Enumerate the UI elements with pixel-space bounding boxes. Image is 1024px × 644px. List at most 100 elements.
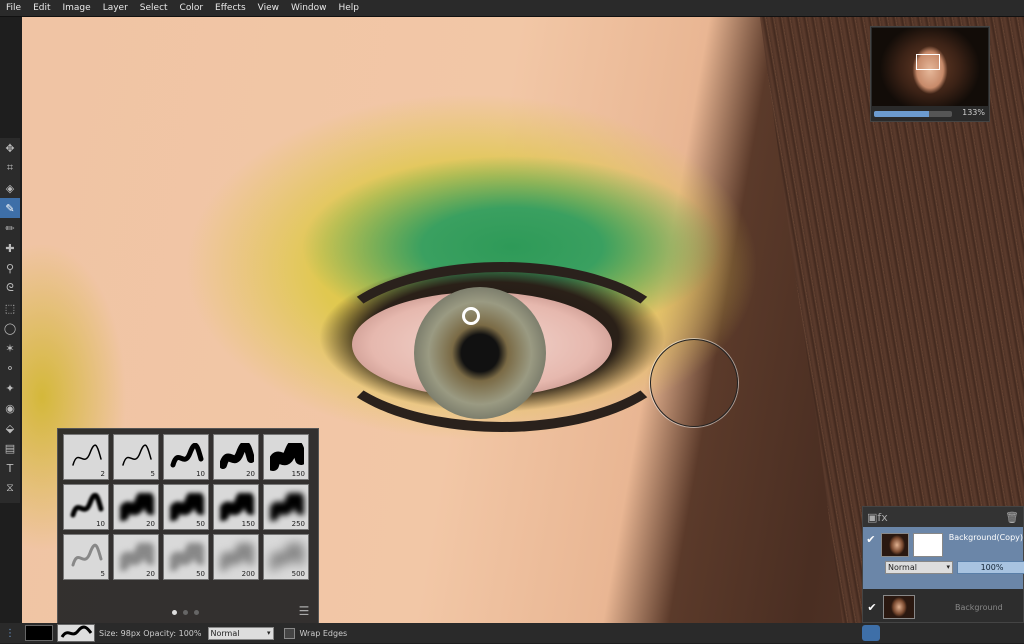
menu-color[interactable]: Color bbox=[174, 0, 210, 16]
menu-select[interactable]: Select bbox=[134, 0, 174, 16]
pager-dot-1[interactable] bbox=[172, 610, 177, 615]
brush-preset[interactable]: 50 bbox=[163, 534, 209, 580]
navigator-view-rect[interactable] bbox=[916, 54, 940, 70]
brush-preset[interactable]: 20 bbox=[213, 434, 259, 480]
layer-props-icon[interactable]: ▣ bbox=[867, 511, 877, 524]
brush-stroke-icon bbox=[60, 625, 93, 638]
pencil-icon[interactable]: ✏ bbox=[0, 218, 20, 238]
brush-preset[interactable]: 5 bbox=[113, 434, 159, 480]
zoom-slider-fill bbox=[874, 111, 929, 117]
brush-size-label: 10 bbox=[96, 520, 105, 528]
brush-size-label: 50 bbox=[196, 520, 205, 528]
layers-toolbar: ▣ fx 🗑 bbox=[863, 507, 1023, 527]
brush-size-label: 5 bbox=[150, 470, 155, 478]
visibility-check-icon[interactable]: ✔ bbox=[863, 601, 881, 614]
brush-size-label: 10 bbox=[196, 470, 205, 478]
brush-preset[interactable]: 150 bbox=[213, 484, 259, 530]
brush-size-label: 5 bbox=[100, 570, 105, 578]
brush-size-label: 20 bbox=[146, 570, 155, 578]
layer-name: Background bbox=[955, 602, 1003, 612]
iris bbox=[414, 287, 546, 419]
brush-size-label: 500 bbox=[291, 570, 305, 578]
layer-thumbnail bbox=[880, 533, 909, 557]
catch-light bbox=[462, 307, 480, 325]
layer-blend-mode-select[interactable]: Normal bbox=[885, 561, 953, 574]
brush-pager[interactable] bbox=[172, 610, 199, 615]
rect-select-icon[interactable]: ⬚ bbox=[0, 298, 20, 318]
ellipse-select-icon[interactable]: ◯ bbox=[0, 318, 20, 338]
blend-mode-select[interactable]: Normal bbox=[207, 626, 274, 640]
layer-row-background[interactable]: ✔ Background bbox=[863, 589, 1023, 625]
text-icon[interactable]: T bbox=[0, 458, 20, 478]
layer-mask-thumbnail[interactable] bbox=[912, 533, 943, 557]
bucket-icon[interactable]: ⬙ bbox=[0, 418, 20, 438]
delete-layer-icon[interactable]: 🗑 bbox=[1005, 511, 1019, 524]
move-icon[interactable]: ✥ bbox=[0, 138, 20, 158]
wrap-edges-label: Wrap Edges bbox=[299, 628, 348, 638]
brush-preview[interactable] bbox=[57, 624, 95, 642]
layer-blend-controls: Normal 100% bbox=[885, 561, 1024, 574]
menu-effects[interactable]: Effects bbox=[209, 0, 252, 16]
brush-preset[interactable]: 10 bbox=[163, 434, 209, 480]
brush-panel-menu-icon[interactable]: ☰ bbox=[296, 604, 312, 618]
crop-icon[interactable]: ⌗ bbox=[0, 158, 20, 178]
menu-file[interactable]: File bbox=[0, 0, 27, 16]
menu-help[interactable]: Help bbox=[333, 0, 366, 16]
brush-preset[interactable]: 500 bbox=[263, 534, 309, 580]
brush-info: Size: 98px Opacity: 100% bbox=[99, 628, 202, 638]
tool-palette: ✥ ⌗ ◈ ✎ ✏ ✚ ⚲ ᘓ ⬚ ◯ ✶ ⚬ ✦ ◉ ⬙ ▤ T ⧖ bbox=[0, 138, 20, 503]
layers-toggle-icon[interactable] bbox=[862, 625, 880, 641]
brush-preset[interactable]: 5 bbox=[63, 534, 109, 580]
layer-thumbnail bbox=[883, 595, 915, 619]
burn-icon[interactable]: ✦ bbox=[0, 378, 20, 398]
brush-preset[interactable]: 20 bbox=[113, 484, 159, 530]
shapes-icon[interactable]: ⧖ bbox=[0, 478, 20, 498]
zoom-slider[interactable] bbox=[874, 111, 952, 117]
dodge-icon[interactable]: ⚬ bbox=[0, 358, 20, 378]
menu-image[interactable]: Image bbox=[57, 0, 97, 16]
brush-size-label: 150 bbox=[291, 470, 305, 478]
pager-dot-3[interactable] bbox=[194, 610, 199, 615]
menu-layer[interactable]: Layer bbox=[97, 0, 134, 16]
brush-preset[interactable]: 250 bbox=[263, 484, 309, 530]
brush-picker-panel: ☰ 2 5 10 20 150 10 20 50 150 250 5 20 50 200 500 bbox=[57, 428, 319, 625]
pager-dot-2[interactable] bbox=[183, 610, 188, 615]
layer-row-background-copy[interactable]: ✔ Background(Copy) Normal 100% bbox=[863, 527, 1024, 589]
brush-preset[interactable]: 200 bbox=[213, 534, 259, 580]
clone-icon[interactable]: ✚ bbox=[0, 238, 20, 258]
brush-preset[interactable]: 150 bbox=[263, 434, 309, 480]
panel-toggle-icon[interactable]: ⋮ bbox=[0, 623, 20, 643]
brush-cursor bbox=[650, 339, 738, 427]
eyedropper-icon[interactable]: ⚲ bbox=[0, 258, 20, 278]
wrap-edges-checkbox[interactable] bbox=[283, 627, 295, 639]
stamp-icon[interactable]: ◈ bbox=[0, 178, 20, 198]
menu-view[interactable]: View bbox=[252, 0, 285, 16]
brush-size-label: 150 bbox=[241, 520, 255, 528]
menu-window[interactable]: Window bbox=[285, 0, 333, 16]
brush-icon[interactable]: ✎ bbox=[0, 198, 20, 218]
color-swatch[interactable] bbox=[25, 625, 53, 641]
gradient-icon[interactable]: ▤ bbox=[0, 438, 20, 458]
fx-icon[interactable]: fx bbox=[877, 511, 887, 524]
brush-size-label: 20 bbox=[146, 520, 155, 528]
zoom-level: 133% bbox=[962, 108, 985, 117]
brush-size-label: 2 bbox=[100, 470, 105, 478]
brush-preset[interactable]: 50 bbox=[163, 484, 209, 530]
brush-size-label: 250 bbox=[291, 520, 305, 528]
brush-preset[interactable]: 20 bbox=[113, 534, 159, 580]
lasso-icon[interactable]: ᘓ bbox=[0, 278, 20, 298]
menu-edit[interactable]: Edit bbox=[27, 0, 56, 16]
layer-name: Background(Copy) bbox=[948, 533, 1023, 542]
brush-size-label: 200 bbox=[241, 570, 255, 578]
redeye-icon[interactable]: ◉ bbox=[0, 398, 20, 418]
brush-preset[interactable]: 10 bbox=[63, 484, 109, 530]
navigator-panel[interactable]: 133% bbox=[870, 26, 990, 122]
brush-size-label: 20 bbox=[246, 470, 255, 478]
brush-preset[interactable]: 2 bbox=[63, 434, 109, 480]
magic-wand-icon[interactable]: ✶ bbox=[0, 338, 20, 358]
menu-bar: File Edit Image Layer Select Color Effects View… bbox=[0, 0, 1024, 17]
layers-panel: ▣ fx 🗑 ✔ Background(Copy) Normal 100% ✔ … bbox=[862, 506, 1024, 623]
visibility-check-icon[interactable]: ✔ bbox=[863, 533, 879, 546]
brush-size-label: 50 bbox=[196, 570, 205, 578]
layer-opacity-field[interactable]: 100% bbox=[957, 561, 1024, 574]
